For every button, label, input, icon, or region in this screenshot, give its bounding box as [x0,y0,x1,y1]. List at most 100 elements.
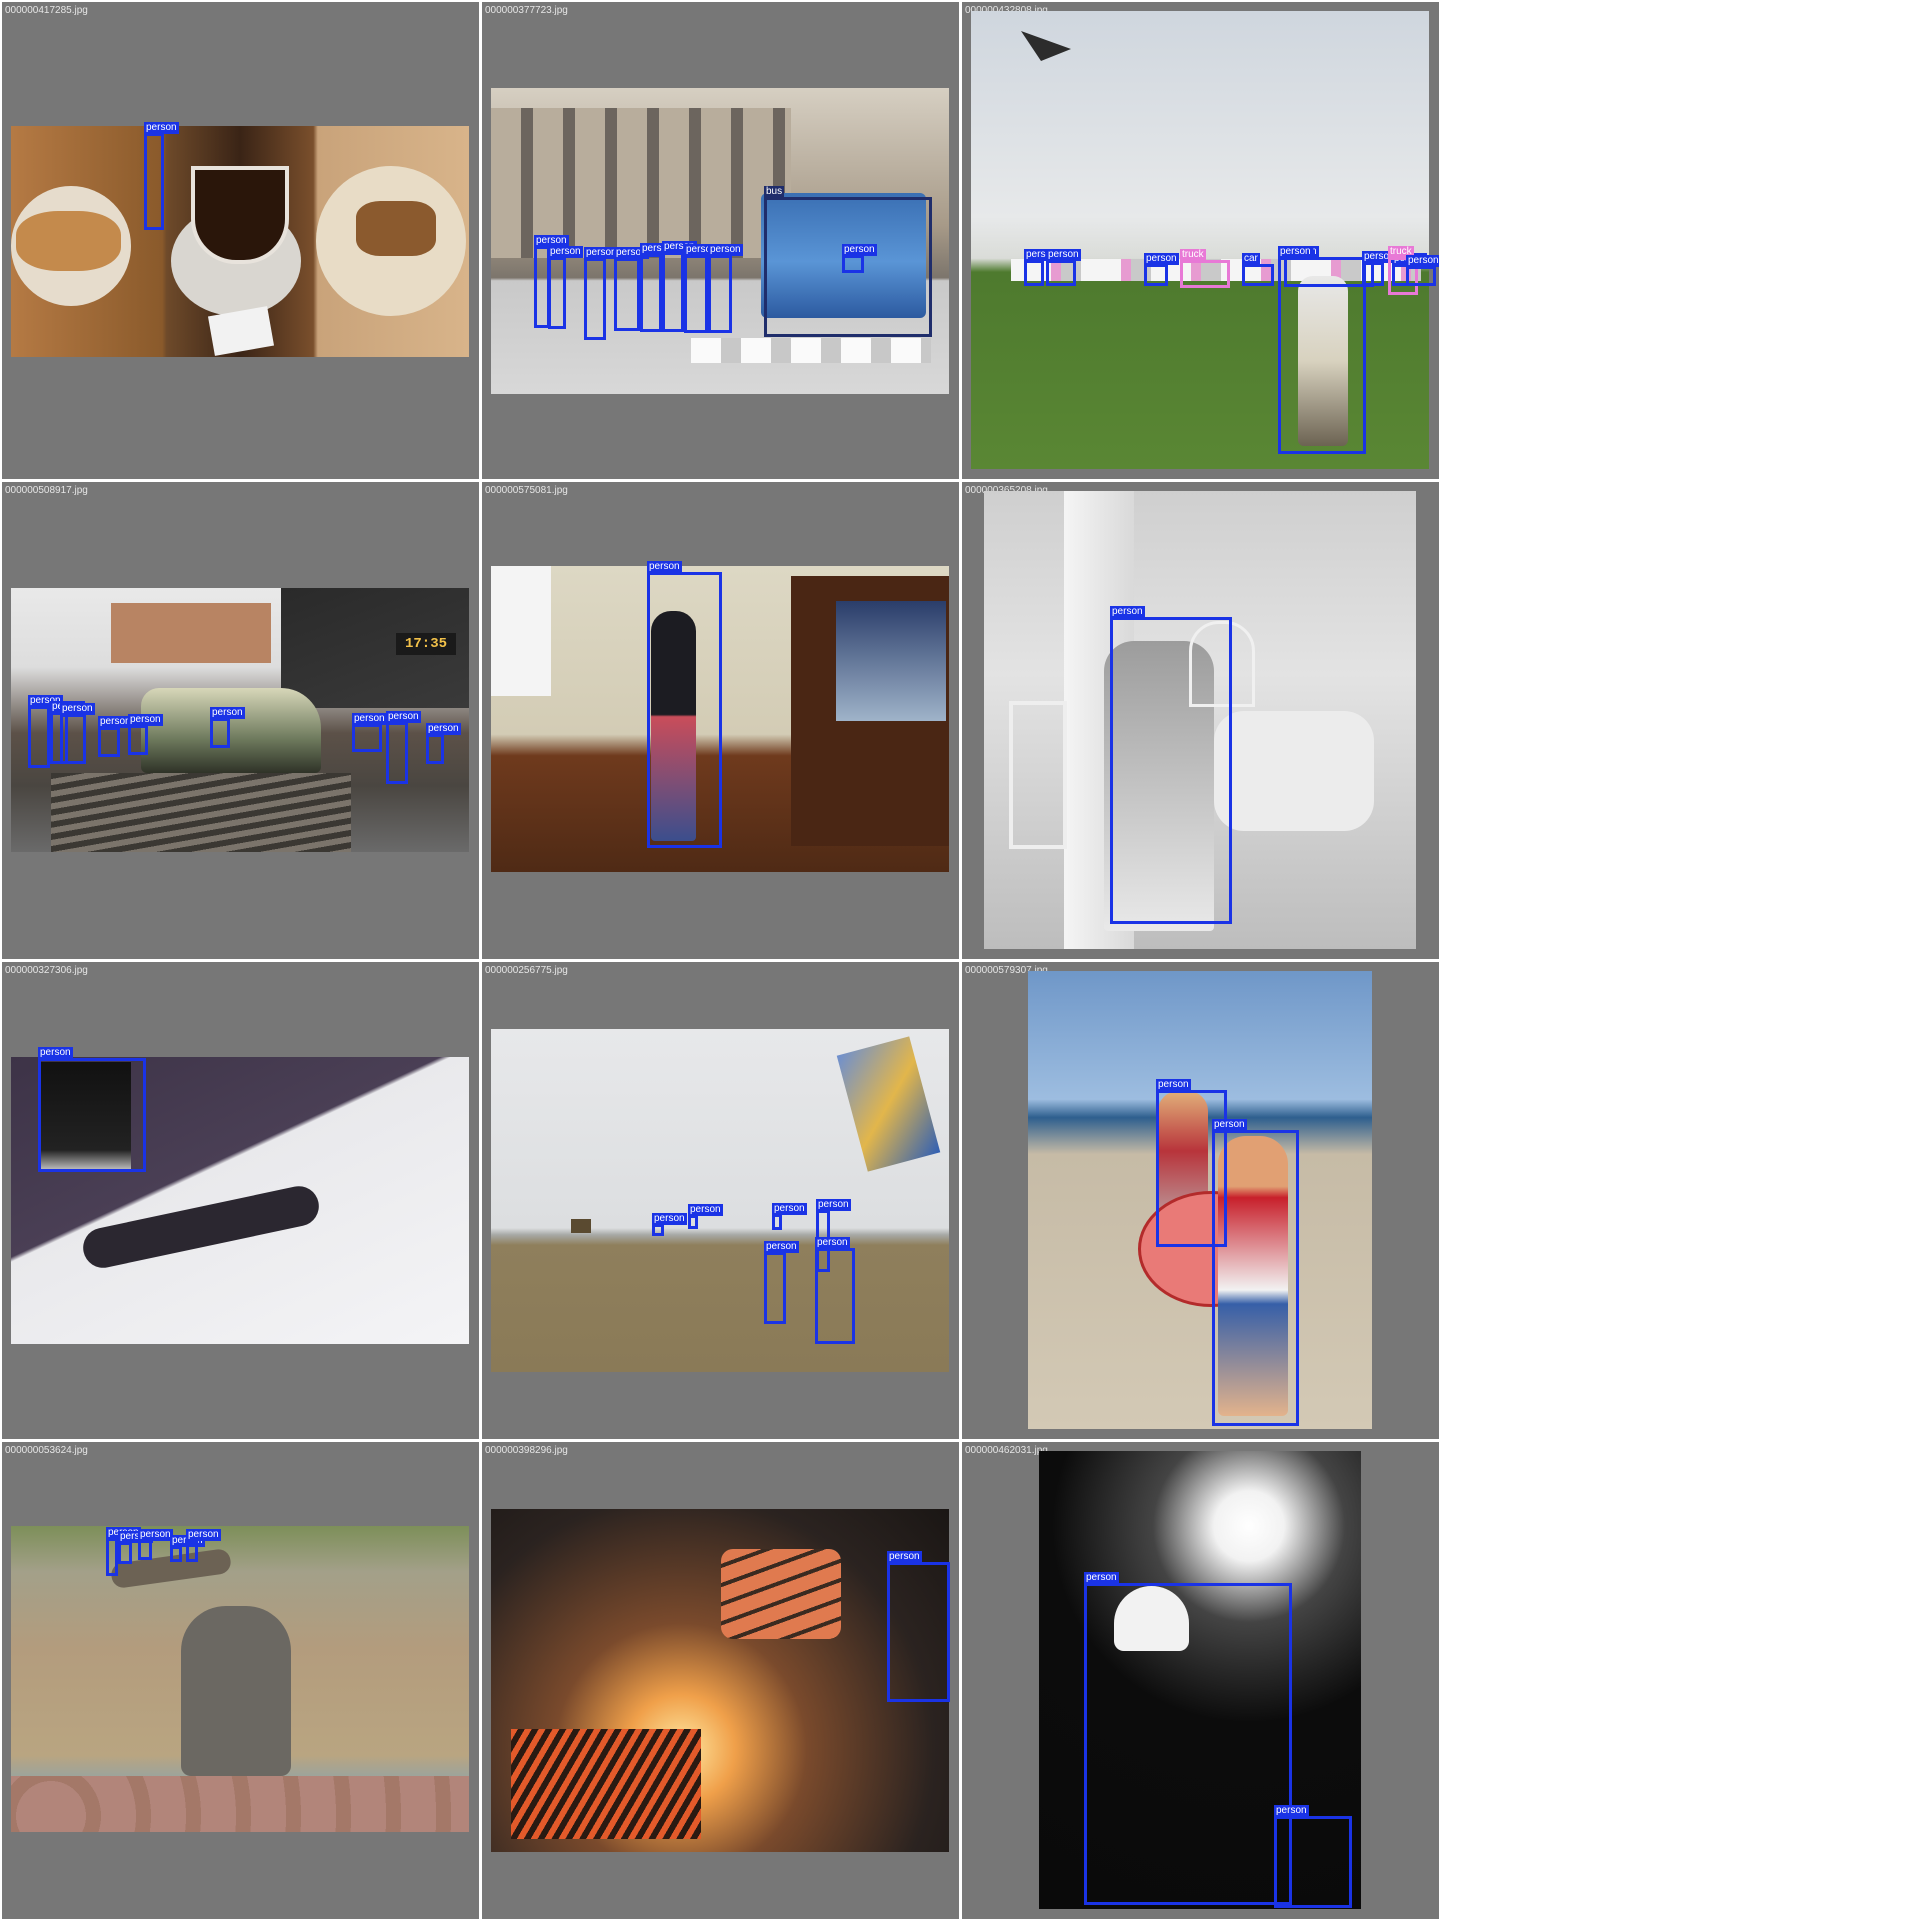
detection-label: person [708,244,743,256]
detection-box: person [708,244,743,333]
detection-box: person [386,711,421,784]
detection-label: car [1242,253,1260,265]
photo-campfire-hotdogs [491,1509,949,1852]
photo-beach-kite [491,1029,949,1372]
detection-label: person [144,122,179,134]
detection-box: person [98,716,133,757]
image-tile[interactable]: 000000462031.jpg person person [962,1442,1439,1919]
rocks [11,1776,469,1832]
crosswalk [691,338,931,363]
kite [1021,31,1071,61]
table-cloth [1214,711,1374,831]
image-tile[interactable]: 000000417285.jpg person [2,2,479,479]
detection-box: person [652,1213,687,1236]
detection-label: person [548,246,583,258]
file-name: 000000575081.jpg [485,485,568,496]
detection-label: person [38,1047,73,1059]
window [491,566,551,696]
detection-box: person [426,723,461,764]
detection-label: person [1110,606,1145,618]
detection-label: person [386,711,421,723]
pastry-left [16,211,121,271]
image-tile[interactable]: 000000053624.jpg person person person pe… [2,1442,479,1919]
photo-pastry-coffee [11,126,469,357]
image-grid: 000000417285.jpg person 000000377723.jpg… [0,0,1440,1920]
file-name: 000000053624.jpg [5,1445,88,1456]
detection-box: person [28,695,63,768]
detection-label: person [352,713,387,725]
detection-box: person [887,1551,950,1702]
detection-box: truck [1180,249,1230,288]
detection-label: person [1406,255,1439,267]
detection-box: person [640,243,675,332]
detection-label: person [764,1241,799,1253]
detection-box: person [1406,255,1439,286]
detection-label: person [647,561,682,573]
tracks [51,773,351,852]
detection-label: person [426,723,461,735]
detection-label: bus [764,186,785,198]
file-name: 000000327306.jpg [5,965,88,976]
espresso-cup [191,166,289,264]
image-tile[interactable]: 000000327306.jpg person [2,962,479,1439]
detection-label: person [186,1529,221,1541]
detection-box: person [688,1204,723,1229]
detection-box: person [647,561,722,848]
detection-box: person [186,1529,221,1562]
detection-label: person [1144,253,1179,265]
image-tile[interactable]: 000000365208.jpg person [962,482,1439,959]
detection-box: person [764,1241,799,1324]
detection-box: person [1212,1119,1299,1426]
detection-box: person [38,1047,146,1172]
detection-box: person [1362,251,1397,286]
detection-label: person [842,244,877,256]
station-building [111,603,271,663]
detection-label: person [688,1204,723,1216]
detection-box: person [210,707,245,748]
grill-grate [511,1729,701,1839]
detection-box: person [614,247,649,331]
image-tile[interactable]: 000000377723.jpg person person person pe… [482,2,959,479]
shadow [79,1182,323,1272]
detection-label: person [1156,1079,1191,1091]
detection-box: person [1024,249,1059,286]
detection-box: person [1278,246,1366,454]
detection-label: person [887,1551,922,1563]
sign-post [571,1219,591,1233]
detection-box: person [684,244,719,333]
pastry-right [356,201,436,256]
detection-label: person [1084,1572,1119,1584]
clock: 17:35 [396,633,456,655]
detection-box: person [584,247,619,340]
image-tile[interactable]: 000000432808.jpg person person person pe… [962,2,1439,479]
detection-box: person [118,1531,153,1564]
image-tile[interactable]: 000000508917.jpg 17:35 person person per… [2,482,479,959]
detection-box: person [1084,1572,1292,1905]
detection-label: person [210,707,245,719]
detection-box: person [1274,1805,1352,1908]
detection-label: person [1274,1805,1309,1817]
image-tile[interactable]: 000000575081.jpg person [482,482,959,959]
detection-box: person [548,246,583,329]
detection-label: person [1046,249,1081,261]
detection-label: person [1278,246,1313,258]
detection-box: person [1144,253,1179,286]
detection-label: person [815,1237,850,1249]
elephant [181,1606,291,1776]
file-name: 000000462031.jpg [965,1445,1048,1456]
detection-box: person [352,713,387,752]
box-kite [836,1036,941,1172]
detection-label: person [652,1213,687,1225]
detection-box: person [138,1529,173,1560]
detection-box: person [60,703,95,764]
image-tile[interactable]: 000000256775.jpg person person person pe… [482,962,959,1439]
tv-screen [836,601,946,721]
image-tile[interactable]: 000000579307.jpg person person [962,962,1439,1439]
file-name: 000000398296.jpg [485,1445,568,1456]
train [141,688,321,773]
image-tile[interactable]: 000000398296.jpg person [482,1442,959,1919]
detection-box: person [772,1203,807,1230]
detection-box: person [1110,606,1232,924]
detection-box: person [144,122,179,230]
detection-label: truck [1180,249,1206,261]
